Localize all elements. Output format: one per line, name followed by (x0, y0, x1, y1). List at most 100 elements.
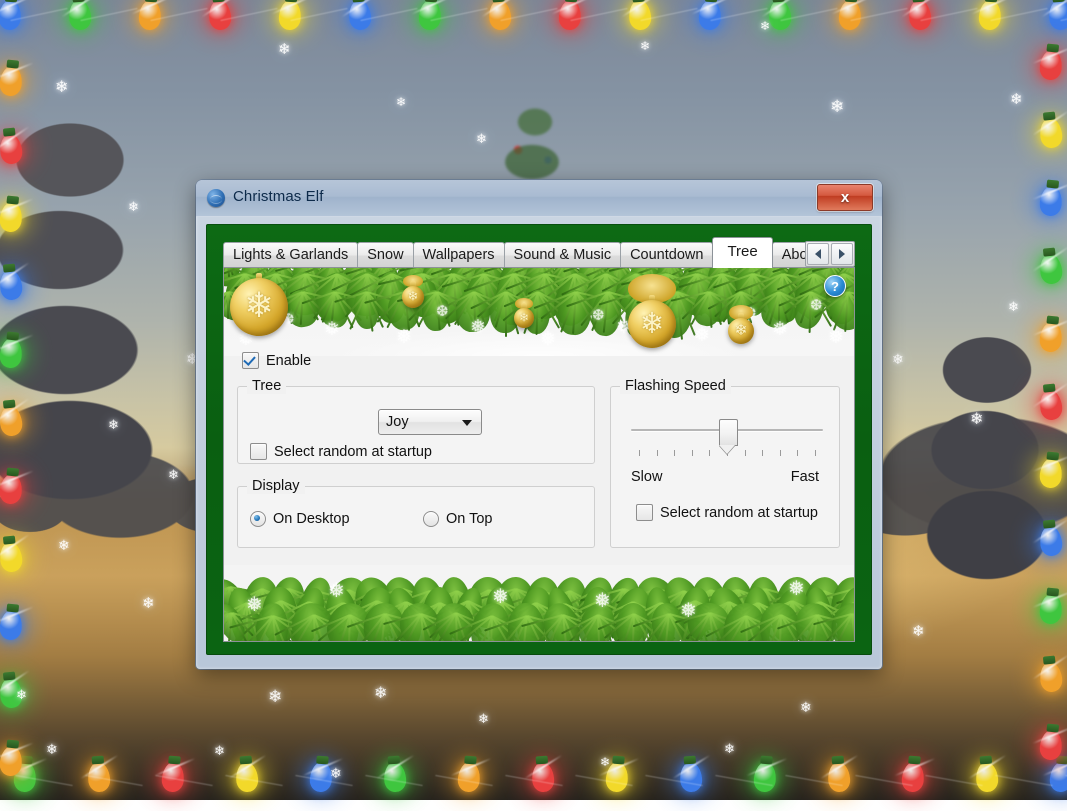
display-group-title: Display (247, 478, 305, 494)
tree-select[interactable]: Joy (378, 409, 482, 435)
gold-ornament (230, 278, 288, 336)
snowflake: ❄ (800, 700, 812, 714)
snowflake: ❄ (912, 624, 925, 639)
tab-strip: Lights & Garlands Snow Wallpapers Sound … (223, 238, 855, 268)
christmas-bulb (0, 59, 28, 104)
snowflake: ❄ (330, 766, 342, 780)
snowflake: ❄ (396, 96, 406, 108)
christmas-bulb (0, 535, 28, 580)
christmas-bulb (452, 755, 486, 799)
gold-ornament (728, 318, 754, 344)
globe-icon (207, 189, 225, 207)
slider-tick (692, 450, 693, 456)
tree-groupbox: Tree Joy Select random at startup (237, 386, 595, 464)
snowflake: ❄ (760, 20, 770, 32)
christmas-bulb (1034, 587, 1067, 632)
garland-snowflake: ❅ (694, 326, 710, 345)
enable-checkbox-row[interactable]: Enable (242, 352, 311, 369)
snowflake: ❄ (1010, 92, 1023, 107)
snowflake: ❄ (724, 742, 735, 755)
enable-checkbox[interactable] (242, 352, 259, 369)
snowflake: ❄ (830, 98, 844, 115)
snowflake: ❄ (268, 688, 282, 705)
snowflake: ❄ (58, 538, 70, 552)
tab-page-tree: ❅❅❅❅❅❅❅❅❅❆❆❆❆❆ ? Enable Tree Joy (223, 267, 855, 642)
garland-snowflake: ❅ (470, 318, 486, 337)
snowflake: ❄ (214, 744, 225, 757)
close-button[interactable]: x (817, 184, 873, 211)
garland-snowflake: ❅ (680, 601, 697, 621)
christmas-bulb (0, 467, 28, 512)
gold-ornament (402, 286, 424, 308)
christmas-bulb (1034, 247, 1067, 292)
christmas-bulb (0, 195, 28, 240)
chevron-left-icon (815, 249, 821, 259)
snowflake: ❄ (600, 756, 610, 768)
gold-ornament (628, 300, 676, 348)
garland-snowflake: ❅ (328, 581, 345, 601)
garland-banner-bottom: ❅❅❅❅❅❅ (224, 565, 854, 641)
flashing-speed-slider[interactable] (631, 417, 823, 463)
tab-scroll-buttons (805, 241, 855, 267)
garland-snowflake: ❆ (592, 308, 605, 323)
flashing-speed-title: Flashing Speed (620, 378, 731, 394)
tree-random-checkbox-row[interactable]: Select random at startup (250, 443, 432, 460)
snowflake: ❄ (55, 80, 68, 96)
flashing-random-checkbox-row[interactable]: Select random at startup (636, 504, 818, 521)
garland-snowflake: ❅ (594, 591, 611, 611)
slider-tick (674, 450, 675, 456)
radio-on-desktop[interactable] (250, 511, 266, 527)
christmas-bulb (0, 399, 28, 444)
snowflake: ❄ (142, 596, 155, 611)
tab-scroll-next-button[interactable] (831, 243, 853, 265)
christmas-bulb (1034, 315, 1067, 360)
garland-snowflake: ❅ (396, 328, 412, 347)
snowflake: ❄ (640, 40, 650, 52)
christmas-bulb (379, 755, 412, 799)
snowflake: ❄ (476, 132, 487, 145)
tab-sound-music[interactable]: Sound & Music (504, 242, 622, 268)
pine-needle (505, 292, 507, 337)
garland-snowflake: ❅ (540, 330, 556, 349)
snowflake: ❄ (970, 412, 983, 428)
gold-ornament (514, 308, 534, 328)
slider-tick (709, 450, 710, 456)
slider-thumb[interactable] (719, 419, 738, 446)
radio-on-top[interactable] (423, 511, 439, 527)
tree-random-label: Select random at startup (274, 444, 432, 460)
snowflake: ❄ (128, 200, 139, 213)
tab-scroll-prev-button[interactable] (807, 243, 829, 265)
christmas-bulb (1034, 179, 1067, 224)
snowflake: ❄ (892, 352, 904, 366)
snowflake: ❄ (478, 712, 489, 725)
garland-snowflake: ❅ (772, 320, 788, 339)
slider-min-label: Slow (631, 469, 662, 485)
christmas-bulb (0, 603, 28, 648)
snowflake: ❄ (16, 688, 27, 701)
flashing-random-label: Select random at startup (660, 505, 818, 521)
christmas-bulb (1034, 655, 1067, 700)
snowflake: ❄ (1008, 300, 1019, 313)
chevron-right-icon (839, 249, 845, 259)
snowflake: ❄ (108, 418, 119, 431)
tab-snow[interactable]: Snow (357, 242, 413, 268)
tab-tree[interactable]: Tree (712, 237, 772, 268)
garland-snowflake: ❅ (246, 595, 263, 615)
radio-on-top-row[interactable]: On Top (423, 511, 493, 527)
tab-host: Lights & Garlands Snow Wallpapers Sound … (223, 238, 855, 642)
flashing-random-checkbox[interactable] (636, 504, 653, 521)
tab-lights-garlands[interactable]: Lights & Garlands (223, 242, 358, 268)
christmas-elf-window: Christmas Elf x Lights & Garlands Snow W… (196, 180, 882, 669)
tab-countdown[interactable]: Countdown (620, 242, 713, 268)
christmas-bulb (1034, 451, 1067, 496)
help-icon[interactable]: ? (824, 275, 846, 297)
slider-tick (639, 450, 640, 456)
garland-banner-top: ❅❅❅❅❅❅❅❅❅❆❆❆❆❆ (224, 268, 854, 356)
christmas-bulb (0, 263, 28, 308)
tab-wallpapers[interactable]: Wallpapers (413, 242, 505, 268)
slider-tick (762, 450, 763, 456)
slider-tick (657, 450, 658, 456)
tree-random-checkbox[interactable] (250, 443, 267, 460)
radio-on-desktop-row[interactable]: On Desktop (250, 511, 350, 527)
christmas-bulb (0, 127, 28, 172)
